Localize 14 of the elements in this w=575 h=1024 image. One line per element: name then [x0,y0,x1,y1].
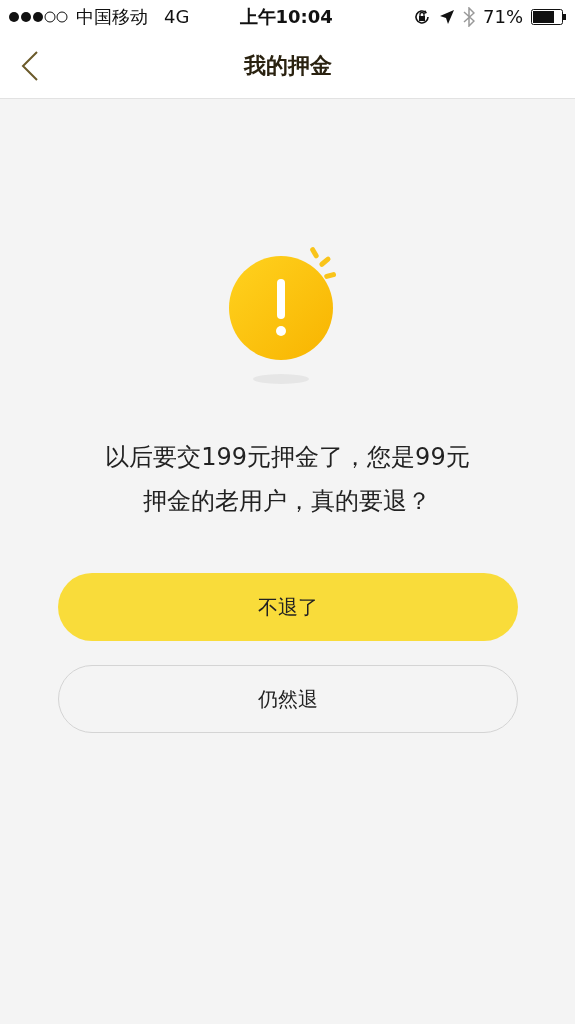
carrier-name: 中国移动 [76,5,148,29]
battery-percent: 71% [483,5,523,29]
keep-deposit-button[interactable]: 不退了 [57,573,518,641]
battery-icon [531,8,567,25]
signal-icon [8,10,68,23]
page-title: 我的押金 [243,52,332,80]
network-type: 4G [164,5,190,29]
message-text: 以后要交199元押金了，您是99元 押金的老用户，真的要退？ [105,442,470,517]
status-time: 上午10:04 [239,5,333,29]
back-button[interactable] [20,50,40,82]
refund-button[interactable]: 仍然退 [57,665,518,733]
bluetooth-icon [463,6,475,27]
rotation-lock-icon [413,7,431,26]
location-arrow-icon [439,8,455,25]
